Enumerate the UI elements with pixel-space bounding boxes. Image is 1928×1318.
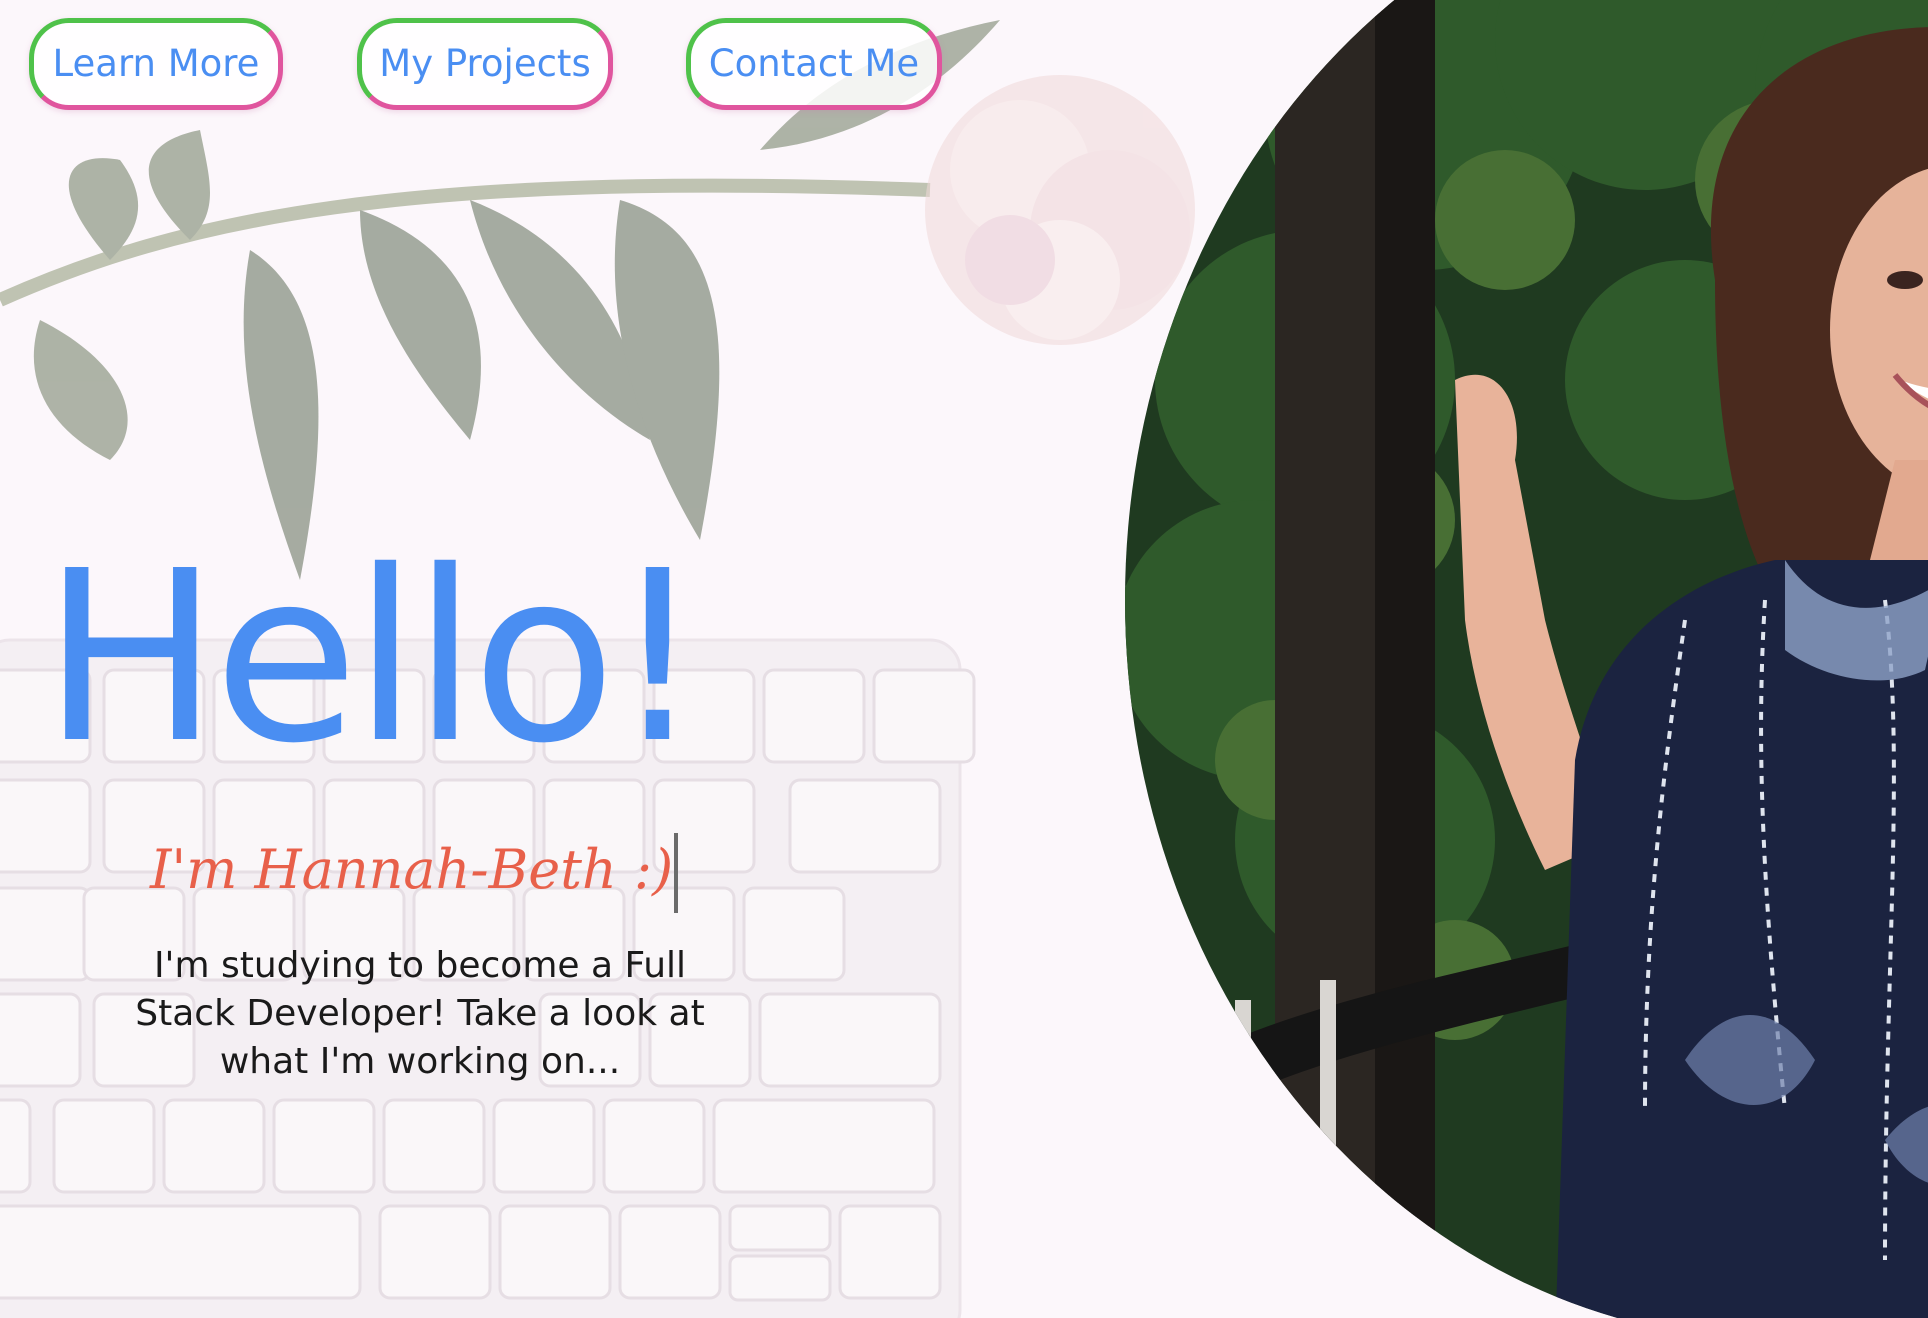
hero-name: I'm Hannah-Beth :)	[150, 838, 674, 901]
hero-description: I'm studying to become a Full Stack Deve…	[135, 945, 705, 1082]
landing-page: Learn More My Projects Contact Me Hello!…	[0, 0, 1928, 1318]
typing-caret	[674, 833, 678, 913]
learn-more-button[interactable]: Learn More	[29, 18, 283, 110]
hero-title: Hello!	[42, 520, 705, 795]
contact-me-button[interactable]: Contact Me	[686, 18, 942, 110]
my-projects-button[interactable]: My Projects	[357, 18, 613, 110]
